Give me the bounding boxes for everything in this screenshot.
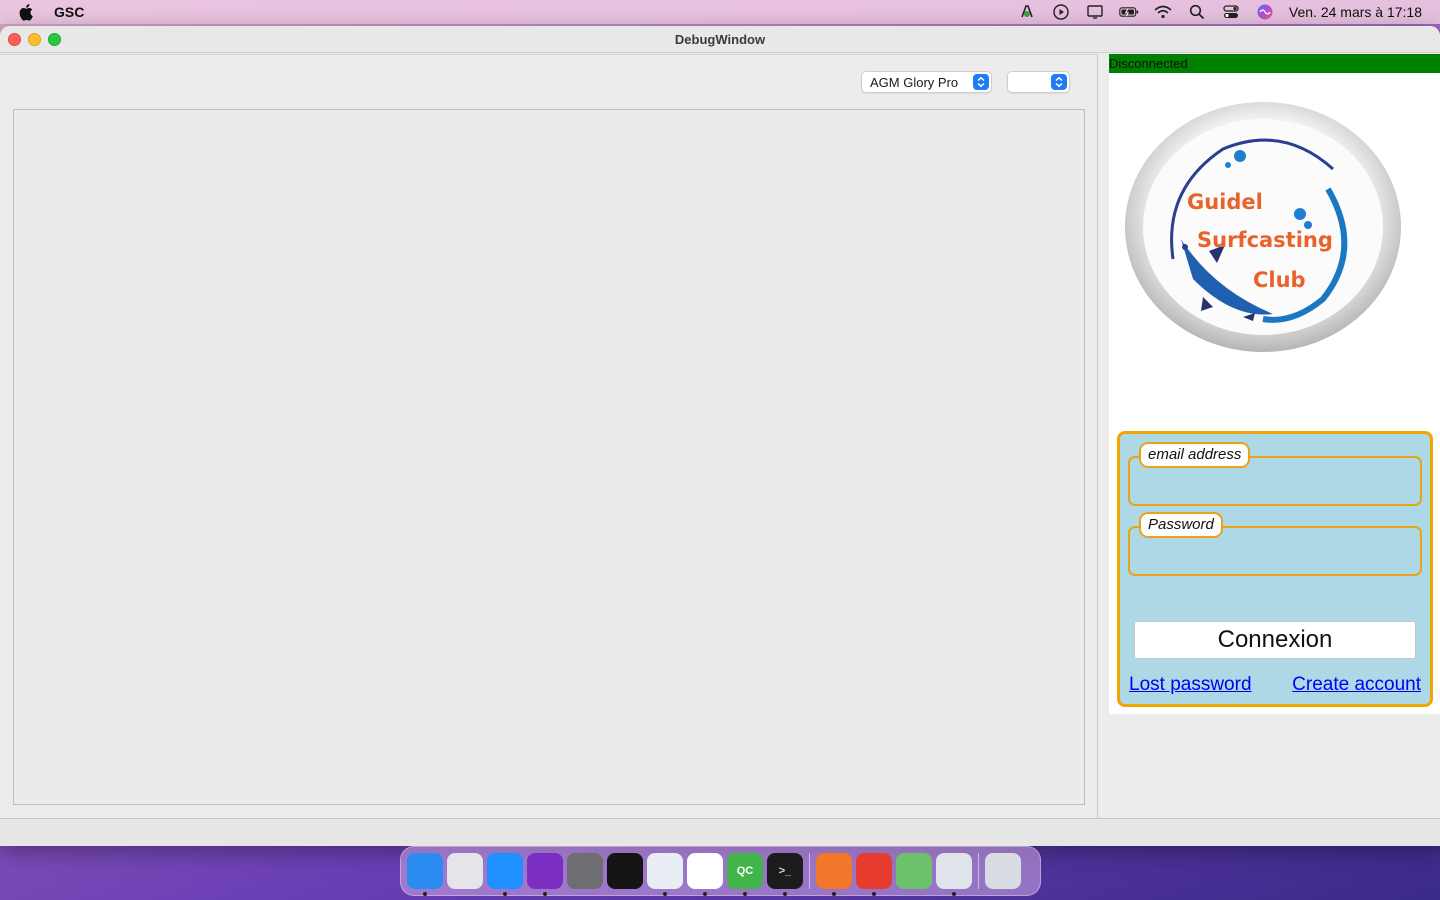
running-indicator [872, 892, 876, 896]
dock-separator [978, 853, 979, 889]
window-titlebar[interactable]: DebugWindow [0, 26, 1440, 53]
active-app-name[interactable]: GSC [54, 4, 84, 20]
launchpad-icon[interactable] [447, 853, 483, 889]
logo-text-line1: Guidel [1187, 190, 1263, 214]
dock-separator [809, 853, 810, 889]
club-logo: Guidel Surfcasting Club [1123, 99, 1403, 359]
pages-icon[interactable] [816, 853, 852, 896]
email-input[interactable] [1136, 474, 1414, 498]
matlab-icon[interactable] [856, 853, 892, 896]
running-indicator [423, 892, 427, 896]
create-account-link[interactable]: Create account [1292, 674, 1421, 696]
brush-app-icon[interactable] [647, 853, 683, 896]
login-form: email address Password Connexion Lost pa… [1117, 431, 1433, 707]
running-indicator [743, 892, 747, 896]
password-field-group: Password [1128, 512, 1422, 576]
email-field-group: email address [1128, 442, 1422, 506]
spotlight-search-icon[interactable] [1187, 2, 1207, 22]
vscode-icon[interactable] [687, 853, 723, 896]
running-indicator [832, 892, 836, 896]
password-label: Password [1139, 512, 1223, 538]
menu-bar: GSC Ven. 24 mars à 17:18 [0, 0, 1440, 24]
qt-creator-icon[interactable]: QC [727, 853, 763, 896]
battery-icon[interactable] [1119, 2, 1139, 22]
apple-menu-icon[interactable] [18, 3, 36, 21]
terminal-icon[interactable]: >_ [767, 853, 803, 896]
running-indicator [952, 892, 956, 896]
logo-text-line3: Club [1253, 268, 1306, 292]
password-input[interactable] [1136, 544, 1414, 568]
finder-icon[interactable] [407, 853, 443, 896]
maps-icon[interactable] [896, 853, 932, 889]
email-label: email address [1139, 442, 1251, 468]
deezer-icon[interactable] [607, 853, 643, 889]
login-pane: Guidel Surfcasting Club email address Pa… [1109, 73, 1440, 714]
debug-pane: AGM Glory Pro [0, 54, 1098, 818]
menubar-clock[interactable]: Ven. 24 mars à 17:18 [1289, 4, 1422, 20]
debug-window: DebugWindow AGM Glory Pro Disconnected G… [0, 26, 1440, 846]
wifi-icon[interactable] [1153, 2, 1173, 22]
siri-icon[interactable] [1255, 2, 1275, 22]
running-indicator [783, 892, 787, 896]
connection-status-bar: Disconnected [1109, 54, 1440, 73]
device-model-select[interactable]: AGM Glory Pro [861, 71, 992, 93]
connexion-button[interactable]: Connexion [1134, 621, 1416, 659]
dock: QC >_ [400, 846, 1041, 896]
running-indicator [703, 892, 707, 896]
play-icon[interactable] [1051, 2, 1071, 22]
music-app-tray-icon[interactable] [1017, 2, 1037, 22]
running-indicator [543, 892, 547, 896]
system-preferences-icon[interactable] [567, 853, 603, 889]
dock-app-label: >_ [778, 865, 792, 877]
chevron-updown-icon [1051, 74, 1067, 90]
blank-app-icon[interactable] [936, 853, 972, 896]
debug-log-area[interactable] [13, 109, 1085, 805]
control-center-icon[interactable] [1221, 2, 1241, 22]
trash-icon[interactable] [985, 853, 1021, 889]
window-status-strip [0, 818, 1440, 846]
firefox-icon[interactable] [527, 853, 563, 896]
window-title: DebugWindow [674, 32, 766, 47]
port-select[interactable] [1007, 71, 1070, 93]
screen-mirroring-icon[interactable] [1085, 2, 1105, 22]
running-indicator [503, 892, 507, 896]
chevron-updown-icon [973, 74, 989, 90]
lost-password-link[interactable]: Lost password [1129, 674, 1252, 696]
dock-app-label: QC [736, 865, 754, 877]
safari-icon[interactable] [487, 853, 523, 896]
device-model-value: AGM Glory Pro [870, 74, 959, 90]
logo-text-line2: Surfcasting [1197, 228, 1333, 252]
running-indicator [663, 892, 667, 896]
